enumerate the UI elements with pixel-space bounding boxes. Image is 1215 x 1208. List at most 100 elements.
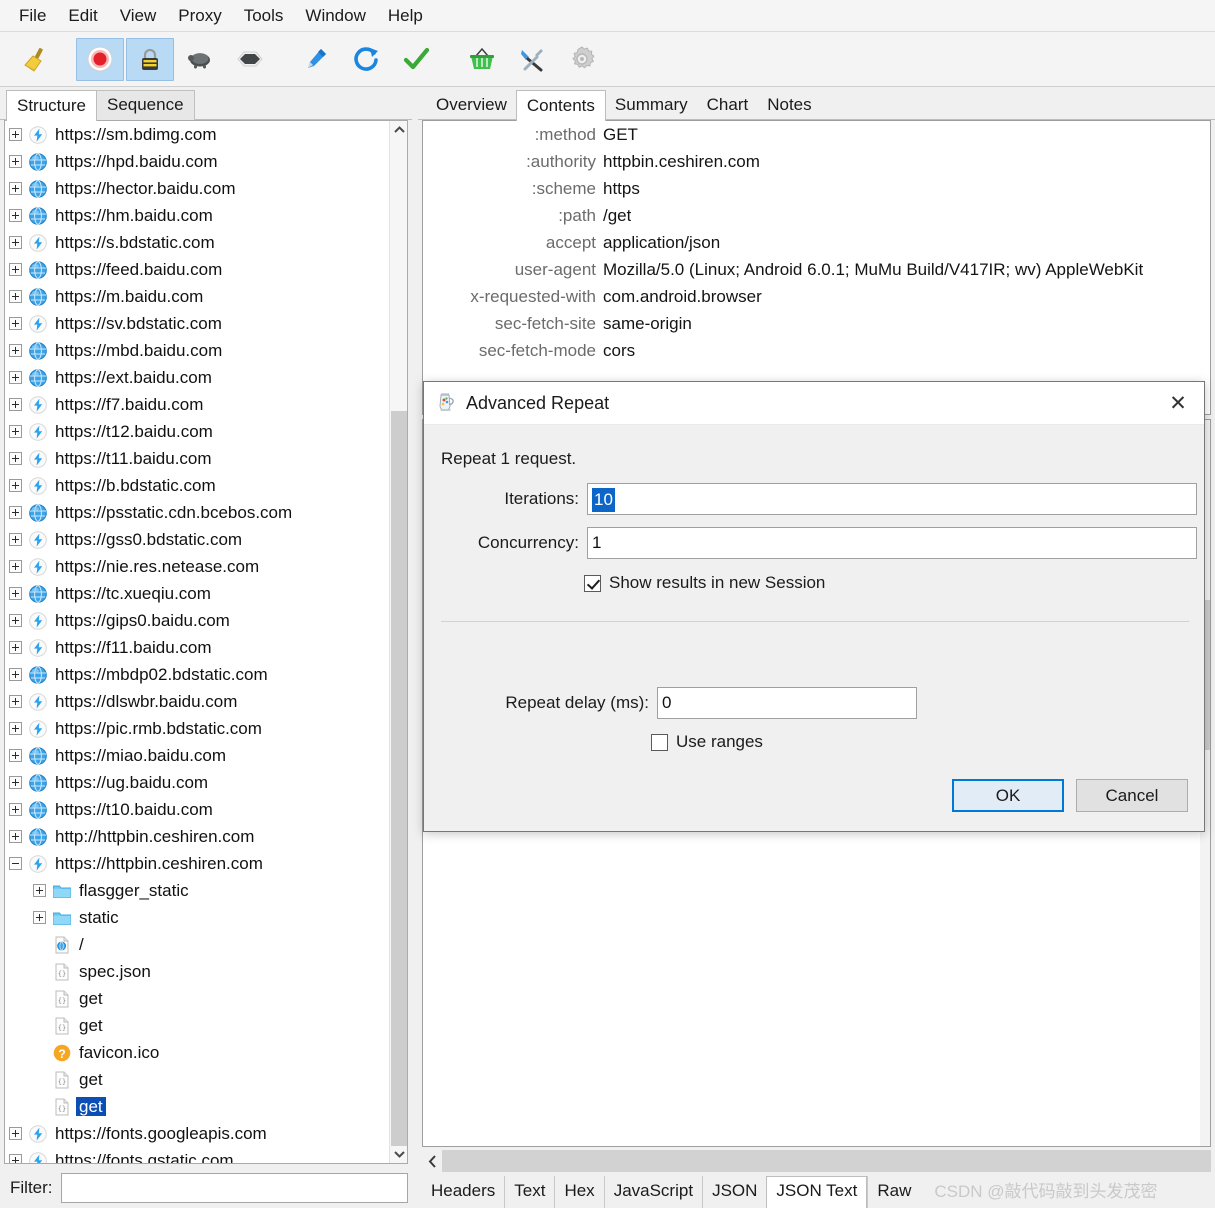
expand-icon[interactable]	[9, 695, 22, 708]
content-tab-hex[interactable]: Hex	[554, 1176, 604, 1208]
tree-row[interactable]: https://feed.baidu.com	[5, 256, 389, 283]
tree-row[interactable]: https://tc.xueqiu.com	[5, 580, 389, 607]
tree-row[interactable]: https://mbdp02.bdstatic.com	[5, 661, 389, 688]
expand-icon[interactable]	[9, 830, 22, 843]
expand-icon[interactable]	[9, 479, 22, 492]
use-ranges-row[interactable]: Use ranges	[651, 732, 763, 752]
tree-row[interactable]: https://dlswbr.baidu.com	[5, 688, 389, 715]
tools-icon[interactable]	[508, 38, 556, 81]
menu-help[interactable]: Help	[377, 4, 434, 28]
show-results-checkbox[interactable]	[584, 574, 601, 592]
ssl-proxying-icon[interactable]	[126, 37, 174, 81]
expand-icon[interactable]	[9, 209, 22, 222]
tree-row[interactable]: {} get	[5, 1066, 389, 1093]
close-icon[interactable]: ✕	[1152, 382, 1204, 425]
repeat-delay-input[interactable]	[657, 687, 917, 719]
expand-icon[interactable]	[33, 911, 46, 924]
repeat-refresh-icon[interactable]	[342, 38, 390, 81]
tab-summary[interactable]: Summary	[605, 91, 698, 120]
tab-structure[interactable]: Structure	[6, 90, 97, 121]
header-row[interactable]: :scheme https	[423, 175, 1210, 202]
expand-icon[interactable]	[9, 560, 22, 573]
tree-row[interactable]: https://mbd.baidu.com	[5, 337, 389, 364]
tree-row[interactable]: flasgger_static	[5, 877, 389, 904]
tree-row[interactable]: https://f7.baidu.com	[5, 391, 389, 418]
tree-row[interactable]: https://b.bdstatic.com	[5, 472, 389, 499]
tree-row[interactable]: https://f11.baidu.com	[5, 634, 389, 661]
tree-row[interactable]: {} spec.json	[5, 958, 389, 985]
menu-window[interactable]: Window	[294, 4, 376, 28]
expand-icon[interactable]	[9, 452, 22, 465]
tree-row[interactable]: {} get	[5, 1093, 389, 1120]
header-row[interactable]: sec-fetch-mode cors	[423, 337, 1210, 364]
expand-icon[interactable]	[9, 290, 22, 303]
tab-notes[interactable]: Notes	[757, 91, 821, 120]
show-results-row[interactable]: Show results in new Session	[584, 573, 825, 593]
ok-button[interactable]: OK	[952, 779, 1064, 812]
tree-row[interactable]: https://psstatic.cdn.bcebos.com	[5, 499, 389, 526]
expand-icon[interactable]	[9, 344, 22, 357]
compose-pen-icon[interactable]	[292, 38, 340, 81]
expand-icon[interactable]	[9, 614, 22, 627]
expand-icon[interactable]	[9, 587, 22, 600]
expand-icon[interactable]	[9, 749, 22, 762]
tree-row[interactable]: https://sm.bdimg.com	[5, 121, 389, 148]
content-tab-headers[interactable]: Headers	[422, 1176, 505, 1208]
expand-icon[interactable]	[9, 182, 22, 195]
content-tab-javascript[interactable]: JavaScript	[603, 1176, 703, 1208]
concurrency-input[interactable]	[587, 527, 1197, 559]
tree-row[interactable]: https://miao.baidu.com	[5, 742, 389, 769]
expand-icon[interactable]	[9, 641, 22, 654]
header-row[interactable]: :path/get	[423, 202, 1210, 229]
breakpoints-hexagon-icon[interactable]	[226, 38, 274, 81]
expand-icon[interactable]	[9, 317, 22, 330]
tree-row[interactable]: https://t11.baidu.com	[5, 445, 389, 472]
tree-row[interactable]: https://sv.bdstatic.com	[5, 310, 389, 337]
header-row[interactable]: sec-fetch-site same-origin	[423, 310, 1210, 337]
tree-row[interactable]: https://t12.baidu.com	[5, 418, 389, 445]
tree-row[interactable]: static	[5, 904, 389, 931]
expand-icon[interactable]	[9, 398, 22, 411]
expand-icon[interactable]	[9, 668, 22, 681]
session-tree[interactable]: https://sm.bdimg.com https://hpd.baidu.co…	[5, 121, 389, 1163]
clear-session-icon[interactable]	[10, 38, 58, 81]
expand-icon[interactable]	[9, 1127, 22, 1140]
tree-row[interactable]: https://ug.baidu.com	[5, 769, 389, 796]
tree-row[interactable]: https://s.bdstatic.com	[5, 229, 389, 256]
iterations-input[interactable]	[587, 483, 1197, 515]
expand-icon[interactable]	[9, 128, 22, 141]
tree-row[interactable]: https://m.baidu.com	[5, 283, 389, 310]
tree-scroll-thumb[interactable]	[391, 411, 407, 1146]
header-row[interactable]: :authority httpbin.ceshiren.com	[423, 148, 1210, 175]
expand-icon[interactable]	[9, 371, 22, 384]
content-tab-text[interactable]: Text	[504, 1176, 555, 1208]
expand-icon[interactable]	[33, 884, 46, 897]
tree-row[interactable]: {} get	[5, 1012, 389, 1039]
hscroll-track[interactable]	[442, 1150, 1211, 1172]
tree-row[interactable]: https://fonts.googleapis.com	[5, 1120, 389, 1147]
content-tab-json-text[interactable]: JSON Text	[766, 1176, 868, 1208]
content-tab-raw[interactable]: Raw	[867, 1176, 921, 1208]
tree-row[interactable]: /	[5, 931, 389, 958]
validate-check-icon[interactable]	[392, 38, 440, 81]
basket-icon[interactable]	[458, 38, 506, 81]
scroll-up-arrow-icon[interactable]	[390, 121, 407, 139]
tree-row[interactable]: https://t10.baidu.com	[5, 796, 389, 823]
menu-edit[interactable]: Edit	[57, 4, 108, 28]
header-row[interactable]: user-agent Mozilla/5.0 (Linux; Android 6.…	[423, 256, 1210, 283]
tab-contents[interactable]: Contents	[515, 90, 606, 121]
scroll-down-arrow-icon[interactable]	[390, 1145, 407, 1163]
tree-row[interactable]: https://hm.baidu.com	[5, 202, 389, 229]
tree-row[interactable]: https://hpd.baidu.com	[5, 148, 389, 175]
record-icon[interactable]	[76, 37, 124, 81]
throttle-turtle-icon[interactable]	[176, 38, 224, 81]
tree-row[interactable]: https://hector.baidu.com	[5, 175, 389, 202]
expand-icon[interactable]	[9, 506, 22, 519]
settings-gear-icon[interactable]	[558, 38, 606, 81]
expand-icon[interactable]	[9, 155, 22, 168]
menu-view[interactable]: View	[109, 4, 168, 28]
filter-input[interactable]	[60, 1173, 408, 1203]
tab-chart[interactable]: Chart	[697, 91, 759, 120]
tab-overview[interactable]: Overview	[426, 91, 517, 120]
expand-icon[interactable]	[9, 533, 22, 546]
